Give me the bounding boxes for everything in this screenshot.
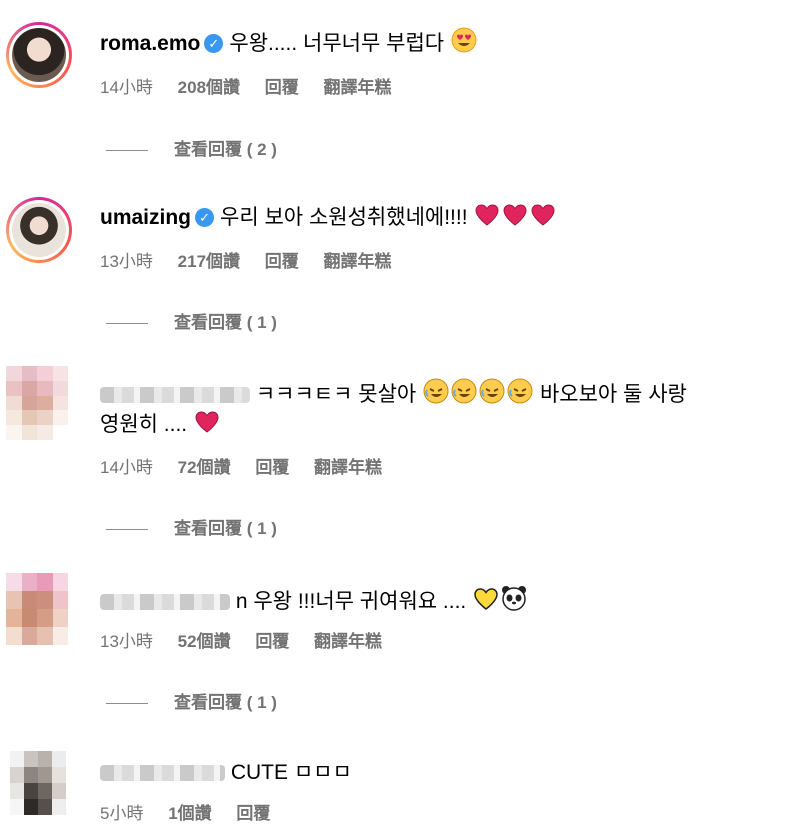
rofl-emoji-icon [423, 378, 449, 413]
comment-meta: 13小時 217個讚 回覆 翻譯年糕 [100, 251, 412, 273]
yellow-heart-emoji-icon [473, 587, 499, 620]
comment-meta: 13小時 52個讚 回覆 翻譯年糕 [100, 631, 402, 653]
reply-button[interactable]: 回覆 [255, 458, 289, 477]
reply-button[interactable]: 回覆 [265, 78, 299, 97]
red-heart-emoji-icon [474, 203, 500, 236]
panda-emoji-icon [501, 585, 527, 620]
verified-badge-icon: ✓ [204, 34, 224, 53]
comment-meta: 14小時 208個讚 回覆 翻譯年糕 [100, 77, 412, 99]
username[interactable]: roma.emo [100, 32, 200, 55]
avatar[interactable] [10, 751, 66, 815]
reply-button[interactable]: 回覆 [265, 252, 299, 271]
reply-button[interactable]: 回覆 [236, 804, 270, 823]
like-count[interactable]: 208個讚 [178, 78, 240, 97]
comment-meta: 5小時 1個讚 回覆 [100, 803, 290, 825]
username[interactable]: umaizing [100, 206, 191, 229]
username-blurred[interactable] [100, 594, 230, 611]
like-count[interactable]: 217個讚 [178, 252, 240, 271]
rofl-emoji-icon [507, 378, 533, 413]
avatar[interactable] [6, 366, 68, 440]
avatar[interactable] [6, 197, 72, 263]
comment-text: 우리 보아 소원성취했네에!!!! [220, 206, 468, 229]
red-heart-emoji-icon [194, 410, 220, 443]
view-replies-button[interactable]: 查看回覆 ( 1 ) [106, 692, 277, 714]
translate-button[interactable]: 翻譯年糕 [324, 78, 392, 97]
username-blurred[interactable] [100, 765, 225, 782]
comment-text-tail: 바오보아 둘 사랑 [539, 383, 687, 406]
rofl-emoji-icon [479, 378, 505, 413]
divider [106, 703, 148, 705]
like-count[interactable]: 52個讚 [178, 632, 231, 651]
avatar[interactable] [6, 573, 68, 645]
timestamp: 13小時 [100, 252, 153, 271]
red-heart-emoji-icon [502, 203, 528, 236]
comment-meta: 14小時 72個讚 回覆 翻譯年糕 [100, 457, 402, 479]
comment-text: n 우왕 !!!너무 귀여워요 .... [235, 590, 467, 613]
verified-badge-icon: ✓ [195, 208, 215, 227]
divider [106, 323, 148, 325]
comment-text-line2: 영원히 .... [100, 413, 188, 436]
comment-text: CUTE ㅁㅁㅁ [230, 761, 352, 784]
divider [106, 529, 148, 531]
comment-text: 우왕..... 너무너무 부럽다 [229, 32, 445, 55]
like-count[interactable]: 1個讚 [168, 804, 211, 823]
rofl-emoji-icon [451, 378, 477, 413]
timestamp: 14小時 [100, 458, 153, 477]
avatar[interactable] [6, 22, 72, 88]
username-blurred[interactable] [100, 387, 250, 404]
timestamp: 14小時 [100, 78, 153, 97]
divider [106, 150, 148, 152]
translate-button[interactable]: 翻譯年糕 [314, 632, 382, 651]
red-heart-emoji-icon [530, 203, 556, 236]
heart-eyes-emoji-icon [451, 27, 477, 62]
translate-button[interactable]: 翻譯年糕 [324, 252, 392, 271]
translate-button[interactable]: 翻譯年糕 [314, 458, 382, 477]
view-replies-button[interactable]: 查看回覆 ( 1 ) [106, 312, 277, 334]
view-replies-button[interactable]: 查看回覆 ( 1 ) [106, 518, 277, 540]
like-count[interactable]: 72個讚 [178, 458, 231, 477]
view-replies-button[interactable]: 查看回覆 ( 2 ) [106, 139, 277, 161]
timestamp: 5小時 [100, 804, 144, 823]
timestamp: 13小時 [100, 632, 153, 651]
reply-button[interactable]: 回覆 [255, 632, 289, 651]
comment-text: ㅋㅋㅋㅌㅋ 못살아 [255, 383, 417, 406]
